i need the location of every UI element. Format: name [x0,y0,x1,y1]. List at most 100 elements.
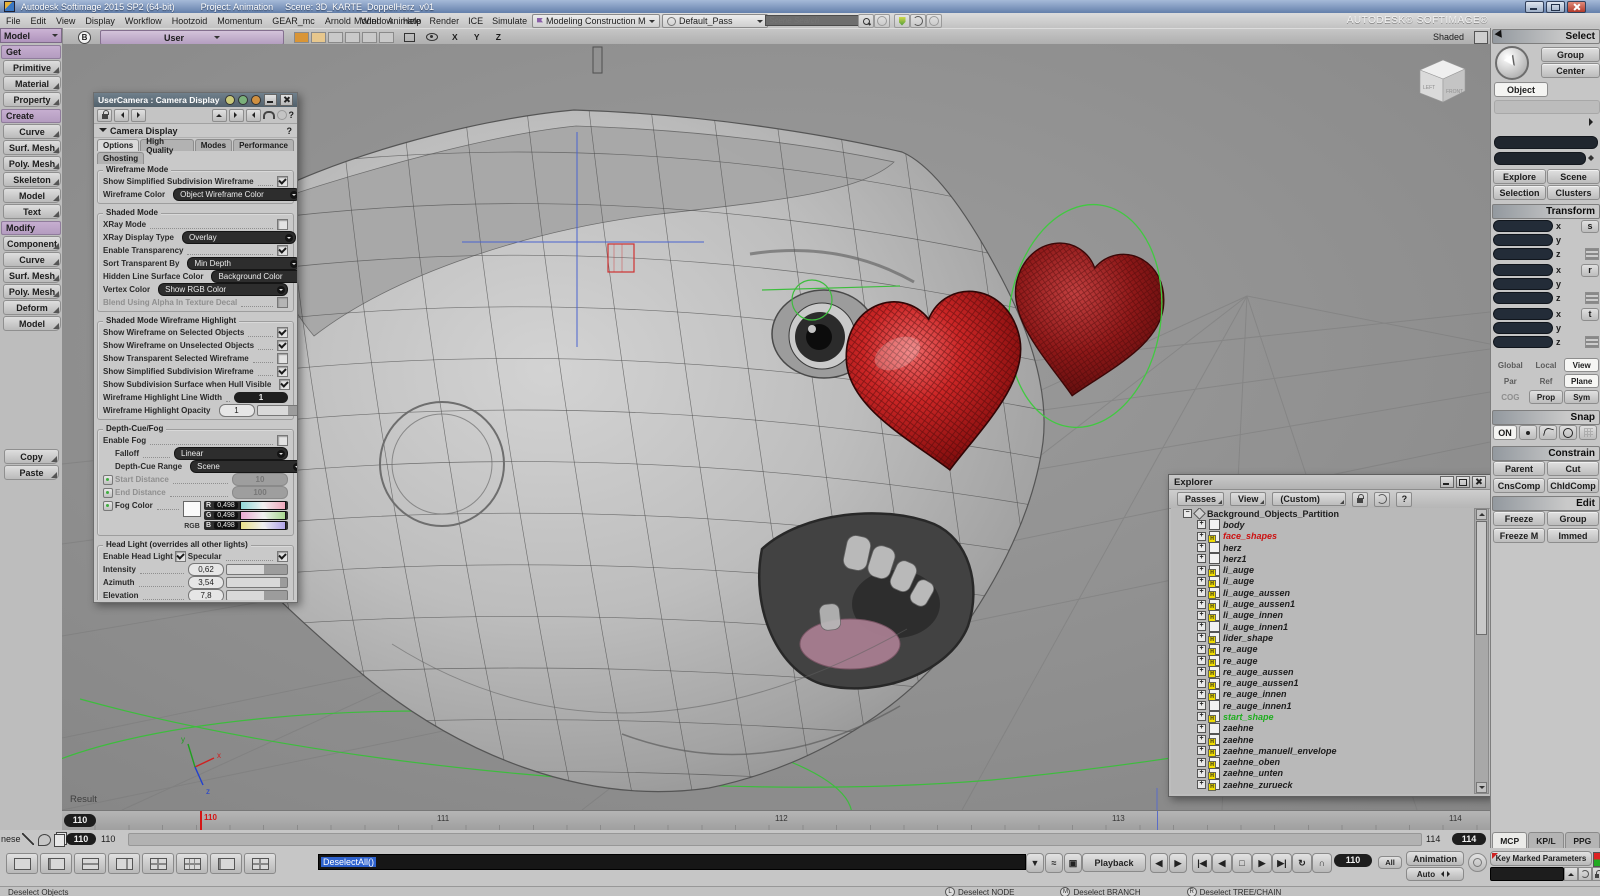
toolbar-button-modify-model[interactable]: Model [3,316,61,331]
checkbox-enable-transparency[interactable] [277,245,288,256]
color-swatch[interactable] [183,501,201,517]
scene-button[interactable]: Scene [1547,169,1600,184]
all-button[interactable]: All [1378,856,1402,869]
sticky-icon[interactable] [225,95,235,105]
panel-title-bar[interactable]: UserCamera : Camera Display (Gen... [94,93,297,107]
toolbar-button-modify-poly-mesh[interactable]: Poly. Mesh [3,284,61,299]
subselection-field[interactable] [1494,152,1586,165]
memo-cam-5[interactable] [362,32,377,43]
tree-item-zaehne-manuell-envelope[interactable]: zaehne_manuell_envelope [1171,745,1475,756]
tree-item-zaehne[interactable]: zaehne [1171,734,1475,745]
snap-grid-button[interactable] [1579,425,1597,440]
expand-icon[interactable] [1197,532,1206,541]
layout-pane-icon[interactable] [1474,31,1488,44]
slider-intensity[interactable] [226,564,288,575]
expand-up-button[interactable] [1564,867,1578,881]
passes-menu[interactable]: Passes [1177,492,1224,506]
channel-slider[interactable] [240,501,286,510]
minimize-panel-button[interactable] [264,94,277,106]
tree-item-start-shape[interactable]: start_shape [1171,711,1475,722]
slider-azimuth[interactable] [226,577,288,588]
explore-button[interactable]: Explore [1493,169,1546,184]
select-xray-display-type[interactable]: Overlay [182,231,296,244]
expand-icon[interactable] [1197,769,1206,778]
menu-render[interactable]: Render [430,16,460,26]
center-button[interactable]: Center [1541,63,1600,78]
menu-model[interactable]: Model [354,16,379,26]
previous-frame-button[interactable]: ◀ [1212,853,1232,873]
character-key-icon[interactable] [1593,852,1600,867]
audio-mute-button[interactable]: ∩ [1312,853,1332,873]
range-end-field[interactable]: 114 [1452,833,1486,845]
edit-immed[interactable]: Immed [1547,528,1599,543]
panel-tab-mcp[interactable]: MCP [1492,832,1527,848]
menu-file[interactable]: File [6,16,21,26]
menu-animate[interactable]: Animate [388,16,421,26]
expand-icon[interactable] [1197,746,1206,755]
animatable-icon[interactable] [103,475,113,485]
memo-cam-3[interactable] [328,32,343,43]
channel-value[interactable]: 0,498 [214,522,238,529]
close-panel-button[interactable] [280,94,293,106]
toggle-ref[interactable]: Ref [1529,374,1564,388]
checkbox-show-wireframe-on-selected-objects[interactable] [277,327,288,338]
expand-icon[interactable] [1197,701,1206,710]
memo-cam-2[interactable] [311,32,326,43]
options-icon[interactable] [1585,248,1599,260]
expand-icon[interactable] [1197,520,1206,529]
lock-button[interactable] [97,109,112,122]
channel-slider[interactable] [240,521,286,530]
tree-root[interactable]: Background_Objects_Partition [1171,508,1475,519]
constrain-parent[interactable]: Parent [1493,461,1545,476]
tree-item-herz1[interactable]: herz1 [1171,553,1475,564]
expand-icon[interactable] [1197,735,1206,744]
scrollbar-thumb[interactable] [1476,521,1487,635]
options-icon[interactable] [1585,292,1599,304]
close-button[interactable] [1567,1,1586,13]
checkbox-show-subdivision-surface-when-hull-visible[interactable] [279,379,290,390]
menu-arnold[interactable]: Arnold [325,16,351,26]
menu-display[interactable]: Display [85,16,115,26]
command-input[interactable]: DeselectAll() [318,854,1026,870]
tree-item-zaehne-zurueck[interactable]: zaehne_zurueck [1171,779,1475,790]
toolbar-button-modify-deform[interactable]: Deform [3,300,61,315]
slider-thumb[interactable] [262,513,268,519]
panel-tab-ppg[interactable]: PPG [1565,832,1600,848]
tree-item-li-auge[interactable]: li_auge [1171,564,1475,575]
constrain-cut[interactable]: Cut [1547,461,1599,476]
display-mode-select[interactable]: Shaded [1433,32,1464,42]
checkbox-show-wireframe-on-unselected-objects[interactable] [277,340,288,351]
toggle-local[interactable]: Local [1529,358,1564,372]
tree-item-li-auge-aussen1[interactable]: li_auge_aussen1 [1171,598,1475,609]
animation-menu-button[interactable]: Animation [1406,851,1464,866]
go-to-end-button[interactable]: ▶| [1272,853,1292,873]
checkbox-xray-mode[interactable] [277,219,288,230]
expand-icon[interactable] [1197,554,1206,563]
options-icon[interactable] [1585,336,1599,348]
animatable-icon[interactable] [103,501,113,511]
range-start-field[interactable]: 110 [66,833,96,845]
transform-field-r-y[interactable] [1493,278,1553,290]
animatable-icon[interactable] [103,488,113,498]
toolbar-button-create-surf-mesh[interactable]: Surf. Mesh [3,140,61,155]
keyable-parameters-bar[interactable] [1490,867,1564,881]
go-to-start-button[interactable]: |◀ [1192,853,1212,873]
camera-view-select[interactable]: User [100,30,284,45]
select-tool-button[interactable] [1495,46,1529,80]
expand-icon[interactable] [1197,656,1206,665]
toolbar-button-get-primitive[interactable]: Primitive [3,60,61,75]
tree-item-li-auge-innen1[interactable]: li_auge_innen1 [1171,621,1475,632]
layout-button-2[interactable] [40,853,72,874]
pen-icon[interactable] [22,833,34,845]
toolbar-button-create-poly-mesh[interactable]: Poly. Mesh [3,156,61,171]
expand-icon[interactable] [1197,758,1206,767]
scrollbar[interactable] [1474,508,1489,794]
checkbox-enable-head-light[interactable] [175,551,186,562]
tree-item-re-auge[interactable]: re_auge [1171,644,1475,655]
toolbar-button-modify-component[interactable]: Component [3,236,61,251]
close-button[interactable] [1472,476,1486,488]
menu-ice[interactable]: ICE [468,16,483,26]
expand-icon[interactable] [1197,611,1206,620]
slider-thumb[interactable] [262,503,268,509]
maximize-button[interactable] [1456,476,1470,488]
